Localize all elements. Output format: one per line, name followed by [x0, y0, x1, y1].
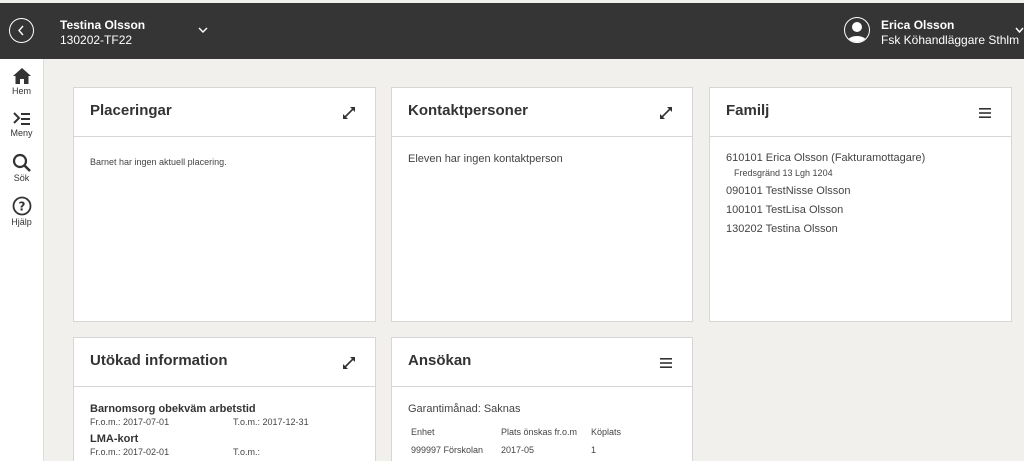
extended-info-dates: Fr.o.m.: 2017-07-01 T.o.m.: 2017-12-31: [90, 417, 359, 427]
card-header: Kontaktpersoner: [392, 88, 692, 137]
familj-card: Familj 610101 Erica Olsson (Fakturamotta…: [709, 87, 1012, 322]
user-role: Fsk Köhandläggare Sthlm: [881, 33, 1020, 47]
user-icon: [847, 22, 867, 42]
hamburger-menu-icon[interactable]: [977, 105, 993, 121]
to-date: T.o.m.:: [233, 447, 261, 457]
utokad-body: Barnomsorg obekväm arbetstid Fr.o.m.: 20…: [74, 387, 375, 461]
placeringar-card: Placeringar Barnet har ingen aktuell pla…: [73, 87, 376, 322]
svg-text:?: ?: [18, 200, 25, 214]
extended-info-title: Barnomsorg obekväm arbetstid: [90, 403, 256, 415]
kontaktpersoner-text: Eleven har ingen kontaktperson: [408, 153, 563, 165]
ansokan-card: Ansökan Garantimånad: Saknas Enhet Plats…: [391, 337, 693, 461]
expand-icon[interactable]: [341, 105, 357, 121]
user-avatar[interactable]: [844, 17, 870, 43]
search-icon: [12, 153, 31, 172]
card-title: Kontaktpersoner: [408, 102, 529, 119]
card-header: Ansökan: [392, 338, 692, 387]
column-header: Köplats: [591, 427, 622, 437]
family-member[interactable]: 100101 TestLisa Olsson: [726, 201, 995, 220]
back-button[interactable]: [9, 18, 34, 43]
child-dropdown-chevron-icon[interactable]: [198, 27, 208, 34]
card-title: Placeringar: [90, 102, 172, 119]
ansokan-body: Garantimånad: Saknas Enhet Plats önskas …: [392, 387, 692, 461]
column-header: Enhet: [411, 427, 435, 437]
utokad-information-card: Utökad information Barnomsorg obekväm ar…: [73, 337, 376, 461]
column-header: Plats önskas fr.o.m: [501, 427, 578, 437]
help-icon: ?: [12, 196, 31, 216]
table-cell: 1: [591, 445, 597, 455]
card-title: Ansökan: [408, 352, 472, 369]
sidebar-item-label: Sök: [13, 173, 30, 183]
sidebar-item-hjalp[interactable]: ? Hjälp: [0, 196, 43, 227]
top-bar: Testina Olsson 130202-TF22 Erica Olsson …: [0, 3, 1024, 59]
expand-icon[interactable]: [658, 105, 674, 121]
family-member-address: Fredsgränd 13 Lgh 1204: [734, 168, 833, 178]
sidebar-item-label: Hjälp: [11, 217, 32, 227]
expand-icon[interactable]: [341, 355, 357, 371]
to-date: T.o.m.: 2017-12-31: [233, 417, 309, 427]
family-member[interactable]: 130202 Testina Olsson: [726, 220, 995, 239]
user-dropdown-chevron-icon[interactable]: [1015, 27, 1024, 34]
card-title: Utökad information: [90, 352, 228, 369]
hamburger-menu-icon[interactable]: [658, 355, 674, 371]
familj-list: 610101 Erica Olsson (Fakturamottagare) F…: [710, 137, 1011, 255]
card-title: Familj: [726, 102, 770, 119]
sidebar-item-label: Hem: [11, 86, 31, 96]
chevron-left-icon: [18, 25, 24, 36]
from-date: Fr.o.m.: 2017-07-01: [90, 417, 170, 427]
sidebar-item-hem[interactable]: Hem: [0, 67, 43, 96]
extended-info-title: LMA-kort: [90, 433, 139, 445]
garanti-text: Garantimånad: Saknas: [408, 403, 521, 415]
table-header-row: Enhet Plats önskas fr.o.m Köplats: [408, 423, 624, 441]
application-table: Enhet Plats önskas fr.o.m Köplats 999997…: [408, 423, 624, 459]
home-icon: [12, 68, 31, 84]
table-cell: 999997 Förskolan: [411, 445, 484, 455]
card-header: Familj: [710, 88, 1011, 137]
menu-icon: [12, 112, 30, 125]
sidebar-item-sok[interactable]: Sök: [0, 153, 43, 183]
extended-info-dates: Fr.o.m.: 2017-02-01 T.o.m.:: [90, 447, 359, 457]
family-member[interactable]: 090101 TestNisse Olsson: [726, 182, 995, 201]
card-header: Utökad information: [74, 338, 375, 387]
kontaktpersoner-card: Kontaktpersoner Eleven har ingen kontakt…: [391, 87, 693, 322]
sidebar: Hem Meny Sök ? Hjälp: [0, 59, 44, 461]
card-header: Placeringar: [74, 88, 375, 137]
child-name: Testina Olsson: [60, 18, 146, 32]
placeringar-text: Barnet har ingen aktuell placering.: [90, 157, 227, 167]
family-member[interactable]: 610101 Erica Olsson (Fakturamottagare): [726, 149, 995, 168]
table-cell: 2017-05: [501, 445, 535, 455]
from-date: Fr.o.m.: 2017-02-01: [90, 447, 170, 457]
user-name: Erica Olsson: [881, 18, 955, 32]
sidebar-item-meny[interactable]: Meny: [0, 111, 43, 138]
table-row[interactable]: 999997 Förskolan 2017-05 1: [408, 441, 624, 459]
sidebar-item-label: Meny: [10, 128, 33, 138]
child-id: 130202-TF22: [60, 33, 133, 47]
